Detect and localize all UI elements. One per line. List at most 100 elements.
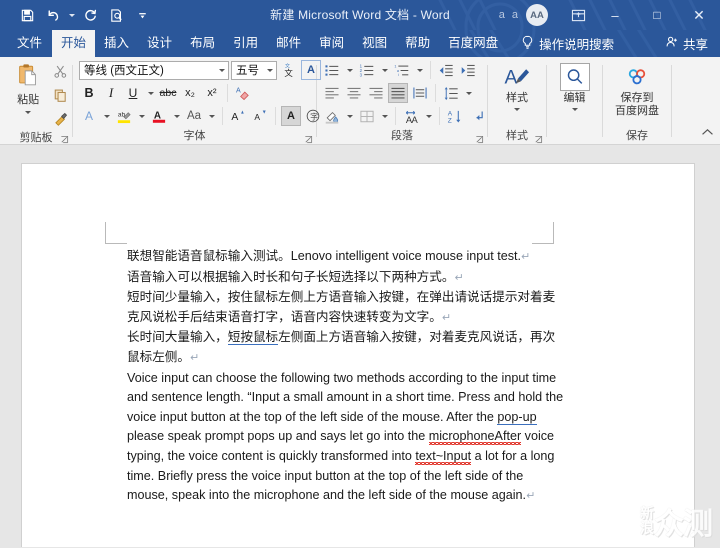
collapse-ribbon-icon[interactable] (701, 124, 714, 142)
show-paragraph-marks-icon[interactable] (467, 106, 487, 126)
redo-icon[interactable] (77, 4, 103, 26)
italic-button[interactable]: I (101, 83, 121, 103)
customize-qat-icon[interactable] (129, 4, 155, 26)
asian-layout-icon[interactable]: A A (401, 106, 421, 126)
p2-run-1: 语音输入可以根据输入时长和句子长短选择以下两种方式。 (127, 270, 454, 284)
phonetic-guide-icon[interactable]: 文 文 (279, 60, 299, 80)
print-preview-icon[interactable] (103, 4, 129, 26)
font-size-caret[interactable] (263, 69, 276, 72)
styles-button[interactable]: A 样式 (492, 60, 542, 113)
save-to-baidu-netdisk-button[interactable]: 保存到 百度网盘 (606, 60, 668, 117)
text-effects-icon[interactable]: A (79, 106, 99, 126)
cut-scissors-icon[interactable] (53, 64, 68, 84)
document-area[interactable]: 联想智能语音鼠标输入测试。Lenovo intelligent voice mo… (0, 145, 720, 547)
copy-icon[interactable] (53, 88, 68, 108)
distribute-icon[interactable] (410, 83, 430, 103)
sort-icon[interactable]: A Z (445, 106, 465, 126)
save-group-label: 保存 (603, 130, 671, 145)
font-size-combo[interactable]: 五号 (231, 61, 277, 80)
save-icon[interactable] (14, 4, 40, 26)
font-color-icon[interactable]: A (149, 106, 169, 126)
bullet-list-icon[interactable] (322, 60, 342, 80)
tab-baidu-netdisk[interactable]: 百度网盘 (439, 30, 507, 57)
styles-dropdown-caret[interactable] (512, 105, 523, 113)
document-page[interactable]: 联想智能语音鼠标输入测试。Lenovo intelligent voice mo… (22, 164, 694, 547)
document-text[interactable]: 联想智能语音鼠标输入测试。Lenovo intelligent voice mo… (127, 247, 564, 507)
align-center-icon[interactable] (344, 83, 364, 103)
align-left-icon[interactable] (322, 83, 342, 103)
multilevel-list-caret[interactable] (414, 60, 425, 80)
avatar[interactable]: AA (526, 4, 548, 26)
tab-insert[interactable]: 插入 (95, 30, 138, 57)
numbered-list-caret[interactable] (379, 60, 390, 80)
maximize-button[interactable]: □ (636, 0, 678, 30)
tab-file[interactable]: 文件 (7, 30, 52, 57)
character-shading-icon[interactable]: A (281, 106, 301, 126)
justify-icon[interactable] (388, 83, 408, 103)
subscript-button[interactable]: x₂ (180, 83, 200, 103)
tab-references[interactable]: 引用 (224, 30, 267, 57)
tab-review[interactable]: 审阅 (310, 30, 353, 57)
tab-view[interactable]: 视图 (353, 30, 396, 57)
clear-formatting-icon[interactable]: A (233, 83, 253, 103)
paste-dropdown-caret[interactable] (23, 108, 34, 116)
p1-pilcrow: ↵ (521, 251, 530, 263)
watermark-main: 众测 (654, 499, 712, 543)
bullet-list-caret[interactable] (344, 60, 355, 80)
strikethrough-button[interactable]: abc (158, 83, 178, 103)
svg-text:A: A (154, 110, 161, 121)
bold-button[interactable]: B (79, 83, 99, 103)
tab-help[interactable]: 帮助 (396, 30, 439, 57)
save-label-text: 保存 (626, 130, 648, 142)
ribbon-display-options-icon[interactable] (562, 0, 594, 30)
highlight-color-icon[interactable]: ab (114, 106, 134, 126)
editing-button[interactable]: 编辑 (550, 60, 600, 113)
borders-icon[interactable] (357, 106, 377, 126)
text-effects-caret[interactable] (101, 106, 112, 126)
tell-me-search[interactable]: 操作说明搜索 (521, 30, 614, 57)
paragraph-1[interactable]: 联想智能语音鼠标输入测试。Lenovo intelligent voice mo… (127, 247, 564, 268)
clipboard-dialog-launcher[interactable] (60, 135, 69, 144)
underline-button[interactable]: U (123, 83, 143, 103)
shrink-font-icon[interactable]: A (250, 106, 270, 126)
numbered-list-icon[interactable]: 123 (357, 60, 377, 80)
underline-dropdown-caret[interactable] (145, 83, 156, 103)
grow-font-icon[interactable]: A (228, 106, 248, 126)
close-button[interactable]: ✕ (678, 0, 720, 30)
borders-caret[interactable] (379, 106, 390, 126)
superscript-button[interactable]: x² (202, 83, 222, 103)
align-right-icon[interactable] (366, 83, 386, 103)
share-button[interactable]: 共享 (665, 30, 708, 57)
format-painter-icon[interactable] (53, 112, 68, 132)
shading-icon[interactable] (322, 106, 342, 126)
tab-layout[interactable]: 布局 (181, 30, 224, 57)
minimize-button[interactable]: – (594, 0, 636, 30)
asian-layout-caret[interactable] (423, 106, 434, 126)
paragraph-dialog-launcher[interactable] (475, 135, 484, 144)
font-name-combo[interactable]: 等线 (西文正文) (79, 61, 229, 80)
paragraph-5[interactable]: Voice input can choose the following two… (127, 369, 564, 507)
undo-dropdown-caret[interactable] (66, 4, 77, 26)
line-spacing-icon[interactable] (441, 83, 461, 103)
line-spacing-caret[interactable] (463, 83, 474, 103)
decrease-indent-icon[interactable] (436, 60, 456, 80)
tab-design[interactable]: 设计 (138, 30, 181, 57)
paragraph-2[interactable]: 语音输入可以根据输入时长和句子长短选择以下两种方式。↵ (127, 268, 564, 289)
tab-mailings[interactable]: 邮件 (267, 30, 310, 57)
multilevel-list-icon[interactable]: 1ai (392, 60, 412, 80)
change-case-button[interactable]: Aa (184, 106, 204, 126)
increase-indent-icon[interactable] (458, 60, 478, 80)
highlight-caret[interactable] (136, 106, 147, 126)
tab-home[interactable]: 开始 (52, 30, 95, 57)
font-color-caret[interactable] (171, 106, 182, 126)
shading-caret[interactable] (344, 106, 355, 126)
change-case-caret[interactable] (206, 106, 217, 126)
styles-dialog-launcher[interactable] (534, 135, 543, 144)
editing-dropdown-caret[interactable] (569, 105, 580, 113)
font-name-caret[interactable] (215, 69, 228, 72)
paste-button[interactable]: 粘贴 (8, 60, 48, 116)
paragraph-3[interactable]: 短时间少量输入，按住鼠标左侧上方语音输入按键，在弹出请说话提示对着麦克风说松手后… (127, 288, 564, 328)
font-dialog-launcher[interactable] (304, 135, 313, 144)
undo-icon[interactable] (40, 4, 66, 26)
paragraph-4[interactable]: 长时间大量输入，短按鼠标左侧面上方语音输入按键，对着麦克风说话，再次鼠标左侧。↵ (127, 328, 564, 368)
